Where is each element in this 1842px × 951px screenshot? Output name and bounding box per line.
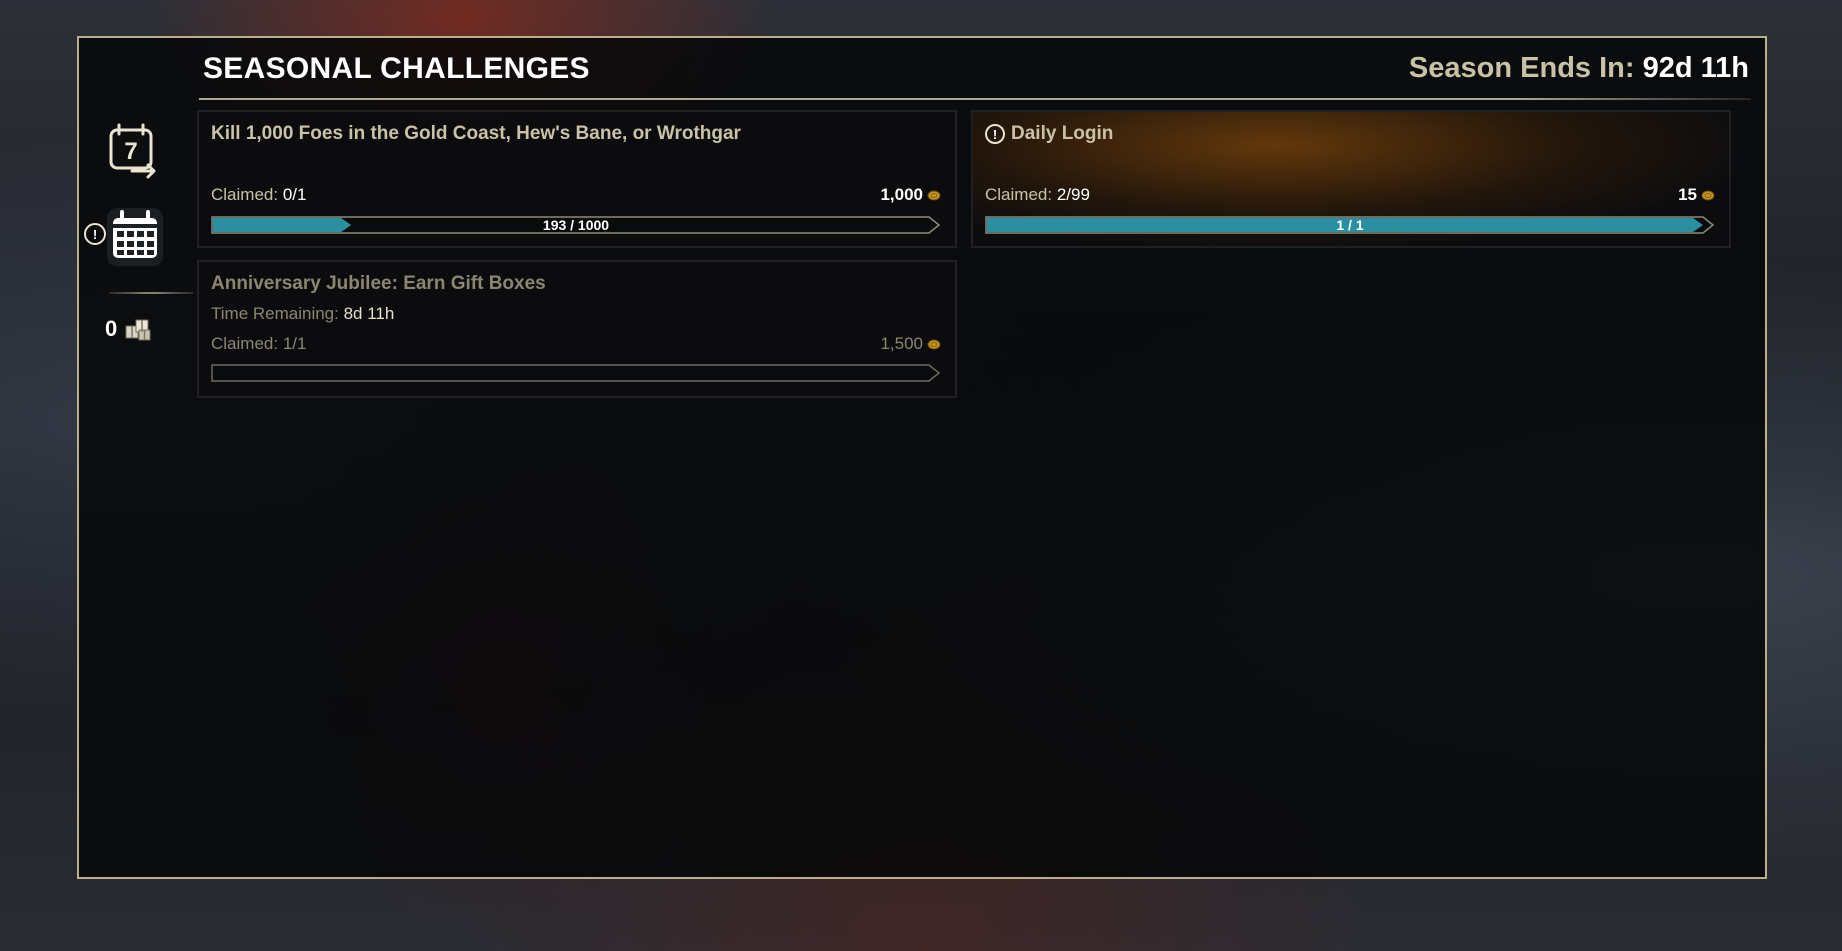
page-title: SEASONAL CHALLENGES xyxy=(203,52,590,85)
progress-bar xyxy=(211,364,941,382)
claimed-value: 1/1 xyxy=(282,334,307,353)
challenge-card-anniversary[interactable]: Anniversary Jubilee: Earn Gift Boxes Tim… xyxy=(197,260,957,398)
challenge-claimed: Claimed: 0/1 xyxy=(211,185,306,205)
coin-icon xyxy=(927,339,941,349)
time-remaining-label: Time Remaining: xyxy=(211,304,339,323)
claimed-label: Claimed: xyxy=(211,185,279,204)
claimed-value: 2/99 xyxy=(1056,185,1090,204)
claimed-value: 0/1 xyxy=(282,185,307,204)
reward-amount: 15 xyxy=(1678,185,1697,204)
progress-bar: 193 / 1000 xyxy=(211,216,941,234)
challenge-reward: 15 xyxy=(1678,185,1715,205)
daily-challenges-tab[interactable] xyxy=(101,204,167,270)
gift-box-currency: 0 xyxy=(105,316,153,342)
title-divider xyxy=(199,98,1751,100)
challenge-reward: 1,500 xyxy=(880,334,941,354)
claimed-label: Claimed: xyxy=(211,334,279,353)
coin-icon xyxy=(1701,190,1715,200)
progress-bar-graphic xyxy=(211,364,941,382)
time-remaining-value: 8d 11h xyxy=(343,304,395,323)
challenge-card-daily-login[interactable]: ! Daily Login Claimed: 2/99 15 1 / 1 xyxy=(971,110,1731,248)
challenge-reward: 1,000 xyxy=(880,185,941,205)
season-label: Season Ends In: xyxy=(1408,52,1635,84)
weekly-number: 7 xyxy=(124,138,137,165)
challenge-claimed: Claimed: 1/1 xyxy=(211,334,306,354)
challenge-time-remaining: Time Remaining: 8d 11h xyxy=(211,304,394,324)
progress-text: 1 / 1 xyxy=(1336,217,1364,233)
claimed-label: Claimed: xyxy=(985,185,1053,204)
challenge-title: Kill 1,000 Foes in the Gold Coast, Hew's… xyxy=(211,123,741,144)
currency-count: 0 xyxy=(105,316,118,341)
exclamation-icon: ! xyxy=(985,124,1005,144)
season-timer: Season Ends In: 92d 11h xyxy=(1409,52,1749,85)
gift-boxes-icon xyxy=(125,319,151,341)
reward-amount: 1,500 xyxy=(880,334,923,353)
weekly-challenges-tab[interactable]: 7 xyxy=(103,120,163,180)
exclamation-icon: ! xyxy=(84,223,106,245)
sidebar-divider xyxy=(109,292,193,294)
challenge-claimed: Claimed: 2/99 xyxy=(985,185,1090,205)
seasonal-challenges-panel: SEASONAL CHALLENGES Season Ends In: 92d … xyxy=(77,36,1767,879)
season-value: 92d 11h xyxy=(1642,52,1749,84)
progress-bar: 1 / 1 xyxy=(985,216,1715,234)
challenge-card-kill-foes[interactable]: Kill 1,000 Foes in the Gold Coast, Hew's… xyxy=(197,110,957,248)
progress-text: 193 / 1000 xyxy=(542,217,610,233)
challenge-title-row: ! Daily Login xyxy=(985,123,1113,145)
challenge-title: Anniversary Jubilee: Earn Gift Boxes xyxy=(211,273,546,294)
coin-icon xyxy=(927,190,941,200)
calendar-7-icon: 7 xyxy=(109,123,156,179)
reward-amount: 1,000 xyxy=(880,185,923,204)
challenge-title: Daily Login xyxy=(1011,123,1114,144)
calendar-grid-icon xyxy=(107,208,163,266)
